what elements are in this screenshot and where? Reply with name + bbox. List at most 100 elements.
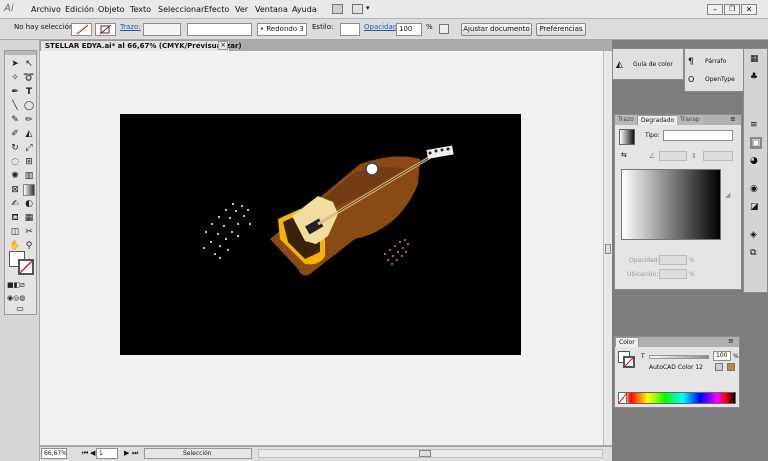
blend-icon[interactable]: ◐ — [23, 198, 35, 210]
document-setup-icon[interactable] — [439, 24, 449, 34]
color-panel-menu-icon[interactable]: ≡ — [728, 337, 734, 345]
menu-archivo[interactable]: Archivo — [31, 5, 61, 14]
color-mode-icon[interactable]: ■◧⧄ — [7, 279, 25, 291]
angle-field[interactable] — [659, 151, 687, 161]
tab-color[interactable]: Color — [615, 337, 639, 347]
tab-transparencia[interactable]: Transp — [677, 115, 703, 125]
tab-trazo[interactable]: Trazo — [615, 115, 637, 125]
vertical-scrollbar[interactable] — [603, 51, 612, 445]
toolbox-grip[interactable] — [5, 51, 36, 55]
stroke-panel-icon[interactable]: ≡ — [750, 119, 758, 131]
direct-selection-icon[interactable]: ↖ — [23, 58, 35, 70]
close-icon[interactable]: × — [218, 41, 228, 50]
slice-icon[interactable]: ◫ — [9, 226, 21, 238]
window-close-icon[interactable]: ✕ — [741, 4, 757, 15]
stroke-swatch-icon[interactable] — [18, 259, 34, 275]
opacity-label[interactable]: Opacidad: — [364, 23, 400, 31]
menu-ventana[interactable]: Ventana — [255, 5, 288, 14]
chevron-down-icon[interactable]: ▾ — [366, 4, 370, 12]
menu-ver[interactable]: Ver — [235, 5, 248, 14]
scale-icon[interactable]: ⤢ — [23, 142, 35, 154]
gradient-panel-icon[interactable]: ▣ — [750, 137, 762, 149]
selection-tool-icon[interactable]: ➤ — [9, 58, 21, 70]
graph-icon[interactable]: ▥ — [23, 170, 35, 182]
fill-picker[interactable] — [71, 23, 92, 36]
magic-wand-icon[interactable]: ✧ — [9, 72, 21, 84]
brush-definition-field[interactable]: • Redondo 3 pt. — [257, 23, 307, 36]
opentype-label[interactable]: OpenType — [705, 76, 735, 83]
status-tool-box[interactable]: Selección — [144, 448, 252, 459]
document-tab[interactable]: STELLAR EDYA.ai* al 66,67% (CMYK/Previsu… — [40, 40, 242, 51]
rotate-icon[interactable]: ↻ — [9, 142, 21, 154]
h-scroll-thumb[interactable] — [419, 450, 431, 457]
last-page-icon[interactable]: ⏭ — [132, 449, 138, 458]
blob-brush-icon[interactable]: ✐ — [9, 128, 21, 140]
stellar-guitar-artwork[interactable] — [120, 114, 521, 355]
stroke-weight-field[interactable] — [143, 23, 181, 36]
paragraph-icon[interactable]: ¶ — [688, 56, 694, 68]
pen-icon[interactable]: ✒ — [9, 86, 21, 98]
opentype-icon[interactable]: O — [688, 74, 694, 86]
prev-page-icon[interactable]: ◀ — [90, 449, 95, 457]
paragraph-label[interactable]: Párrafo — [705, 58, 726, 65]
page-field[interactable]: 1 — [96, 448, 118, 459]
location-field[interactable] — [659, 269, 687, 279]
arrange-documents-icon[interactable] — [352, 4, 363, 14]
window-minimize-icon[interactable]: – — [707, 4, 723, 15]
gradient-preview-swatch[interactable] — [619, 129, 635, 145]
scroll-thumb[interactable] — [605, 244, 611, 254]
reverse-gradient-icon[interactable]: ⇆ — [621, 151, 627, 159]
tab-degradado[interactable]: Degradado — [637, 115, 679, 125]
menu-efecto[interactable]: Efecto — [204, 5, 229, 14]
menu-seleccionar[interactable]: Seleccionar — [158, 5, 204, 14]
color-guide-icon[interactable]: ◭ — [616, 59, 623, 71]
menu-objeto[interactable]: Objeto — [98, 5, 125, 14]
brush-icon[interactable]: ✎ — [9, 114, 21, 126]
eyedropper-icon[interactable]: ✍ — [9, 198, 21, 210]
tipo-select[interactable] — [663, 130, 733, 141]
menu-ayuda[interactable]: Ayuda — [292, 5, 317, 14]
warp-icon[interactable]: ◌ — [9, 156, 21, 168]
color-spectrum[interactable] — [618, 392, 736, 404]
gradient-options-icon[interactable]: ◢ — [725, 191, 730, 199]
stroke-picker[interactable] — [95, 23, 116, 36]
first-page-icon[interactable]: ⏮ — [82, 449, 88, 458]
menu-edicion[interactable]: Edición — [65, 5, 94, 14]
gradient-slider-preview[interactable] — [621, 169, 721, 240]
transparency-icon[interactable]: ◕ — [750, 155, 758, 167]
window-restore-icon[interactable]: ❐ — [724, 4, 740, 15]
layers-icon[interactable]: ◈ — [750, 229, 757, 241]
graphic-styles-icon[interactable]: ◪ — [750, 201, 759, 213]
web-safe-icon[interactable] — [727, 363, 735, 371]
gradient-opacity-field[interactable] — [659, 255, 687, 265]
zoom-field[interactable]: 66,67% — [41, 448, 67, 459]
artboard-icon[interactable]: ▦ — [23, 212, 35, 224]
swatches-icon[interactable]: ▦ — [750, 53, 759, 65]
variable-width-field[interactable] — [187, 23, 252, 36]
horizontal-scrollbar[interactable] — [258, 449, 603, 458]
symbols-icon[interactable]: ♣ — [750, 71, 758, 83]
ellipse-icon[interactable]: ◯ — [23, 100, 35, 112]
tint-field[interactable]: 100 — [713, 351, 731, 361]
tint-slider[interactable] — [649, 355, 709, 359]
gradient-icon[interactable] — [23, 184, 35, 196]
scissors-icon[interactable]: ✂ — [23, 226, 35, 238]
screen-mode-icon[interactable]: ▭ — [14, 303, 26, 315]
aspect-field[interactable] — [703, 151, 733, 161]
type-icon[interactable]: T — [23, 86, 35, 98]
fit-document-button[interactable]: Ajustar documento — [461, 23, 532, 36]
pencil-icon[interactable]: ✏ — [23, 114, 35, 126]
guide-label[interactable]: Guía de color — [633, 61, 673, 68]
stroke-label[interactable]: Trazo: — [120, 23, 141, 31]
free-transform-icon[interactable]: ⊞ — [23, 156, 35, 168]
symbol-sprayer-icon[interactable]: ✺ — [9, 170, 21, 182]
panel-menu-icon[interactable]: ≡ — [730, 115, 736, 123]
preferences-button[interactable]: Preferencias — [536, 23, 586, 36]
line-icon[interactable]: ╲ — [9, 100, 21, 112]
live-paint-icon[interactable]: ⛾ — [9, 212, 21, 224]
menu-texto[interactable]: Texto — [130, 5, 151, 14]
appearance-icon[interactable]: ◉ — [750, 183, 758, 195]
bridge-icon[interactable] — [332, 4, 343, 14]
style-picker[interactable] — [340, 23, 360, 36]
color-stroke-swatch[interactable] — [623, 356, 635, 368]
